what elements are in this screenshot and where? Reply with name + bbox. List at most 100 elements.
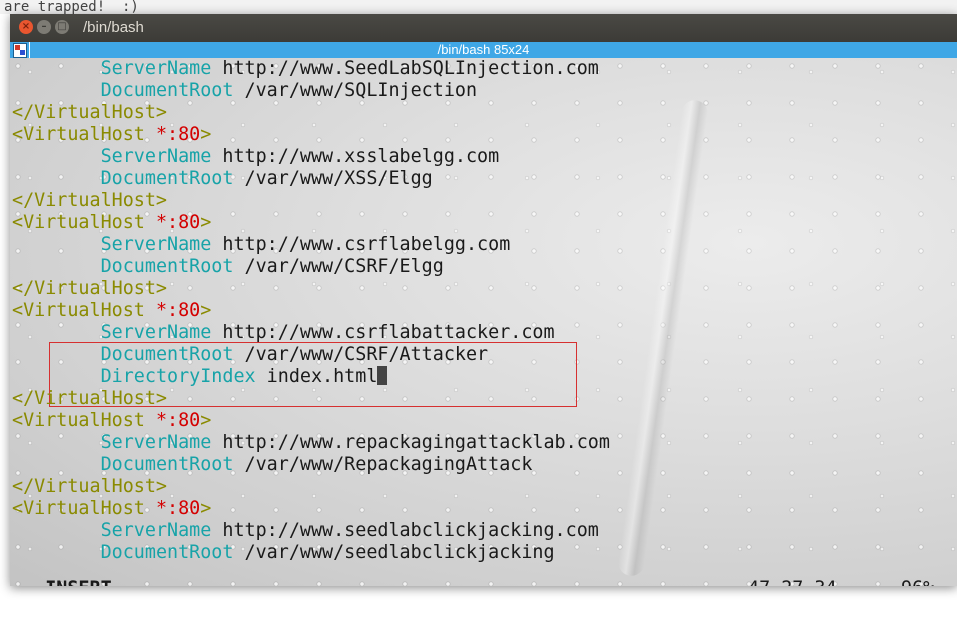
editor-line: DocumentRoot /var/www/CSRF/Elgg — [12, 256, 444, 278]
editor-line: ServerName http://www.csrflabattacker.co… — [12, 322, 555, 344]
editor-line: ServerName http://www.SeedLabSQLInjectio… — [12, 58, 599, 80]
vim-status-line: -- INSERT -- 47,27-34 96% — [12, 578, 942, 586]
directive-value: http://www.repackagingattacklab.com — [222, 432, 610, 453]
virtualhost-tag-end: > — [200, 212, 212, 233]
virtualhost-wildcard: * — [155, 124, 168, 145]
directive-value: /var/www/CSRF/Elgg — [244, 256, 444, 277]
terminal-content[interactable]: -- INSERT -- 47,27-34 96% ServerName htt… — [10, 58, 957, 586]
editor-line: ServerName http://www.xsslabelgg.com — [12, 146, 500, 168]
terminal-tab-bar[interactable]: /bin/bash 85x24 — [10, 42, 957, 58]
directive-name: ServerName — [100, 146, 212, 167]
virtualhost-tag-end: > — [200, 410, 212, 431]
virtualhost-close-tag: </VirtualHost> — [12, 190, 168, 211]
virtualhost-open-tag: <VirtualHost — [12, 498, 156, 519]
directive-name: DocumentRoot — [100, 80, 234, 101]
virtualhost-tag-end: > — [200, 498, 212, 519]
editor-line: <VirtualHost *:80> — [12, 300, 211, 322]
editor-line: DocumentRoot /var/www/CSRF/Attacker — [12, 344, 489, 366]
virtualhost-wildcard: * — [155, 410, 168, 431]
editor-line: ServerName http://www.csrflabelgg.com — [12, 234, 511, 256]
virtualhost-tag-end: > — [200, 124, 212, 145]
editor-line: DocumentRoot /var/www/RepackagingAttack — [12, 454, 533, 476]
editor-line: DocumentRoot /var/www/XSS/Elgg — [12, 168, 433, 190]
title-bar[interactable]: × – □ /bin/bash — [10, 14, 957, 42]
editor-line: DocumentRoot /var/www/seedlabclickjackin… — [12, 542, 555, 564]
editor-line: ServerName http://www.seedlabclickjackin… — [12, 520, 599, 542]
editor-line: <VirtualHost *:80> — [12, 212, 211, 234]
maximize-button[interactable]: □ — [55, 20, 69, 34]
virtualhost-close-tag: </VirtualHost> — [12, 278, 168, 299]
editor-line: </VirtualHost> — [12, 102, 167, 124]
directive-name: DocumentRoot — [100, 256, 234, 277]
background-window-text: are trapped! :) — [0, 0, 957, 14]
virtualhost-close-tag: </VirtualHost> — [12, 476, 168, 497]
directive-value: index.html — [266, 366, 378, 387]
directive-value: /var/www/XSS/Elgg — [244, 168, 433, 189]
terminal-window[interactable]: × – □ /bin/bash /bin/bash 85x24 -- INSER… — [10, 14, 957, 586]
close-button[interactable]: × — [19, 20, 33, 34]
directive-value: http://www.SeedLabSQLInjection.com — [222, 58, 599, 79]
directive-value: http://www.csrflabelgg.com — [222, 234, 511, 255]
virtualhost-close-tag: </VirtualHost> — [12, 388, 168, 409]
minimize-button[interactable]: – — [37, 20, 51, 34]
directive-name: DocumentRoot — [100, 344, 234, 365]
virtualhost-wildcard: * — [155, 212, 168, 233]
directive-name: ServerName — [100, 520, 212, 541]
virtualhost-port: :80 — [167, 410, 201, 431]
directive-value: /var/www/SQLInjection — [244, 80, 478, 101]
editor-line: <VirtualHost *:80> — [12, 124, 211, 146]
directive-name: ServerName — [100, 322, 212, 343]
editor-line: <VirtualHost *:80> — [12, 410, 211, 432]
directive-value: /var/www/seedlabclickjacking — [244, 542, 555, 563]
virtualhost-port: :80 — [167, 212, 201, 233]
directive-value: http://www.xsslabelgg.com — [222, 146, 500, 167]
directive-name: ServerName — [100, 432, 212, 453]
editor-line: </VirtualHost> — [12, 278, 167, 300]
directive-name: DirectoryIndex — [100, 366, 256, 387]
tab-title: /bin/bash 85x24 — [437, 42, 530, 57]
directive-value: /var/www/RepackagingAttack — [244, 454, 533, 475]
directive-value: http://www.seedlabclickjacking.com — [222, 520, 599, 541]
virtualhost-close-tag: </VirtualHost> — [12, 102, 168, 123]
editor-line: DirectoryIndex index.html — [12, 366, 388, 388]
editor-line: ServerName http://www.repackagingattackl… — [12, 432, 610, 454]
directive-value: /var/www/CSRF/Attacker — [244, 344, 489, 365]
virtualhost-port: :80 — [167, 498, 201, 519]
editor-line: DocumentRoot /var/www/SQLInjection — [12, 80, 477, 102]
text-cursor — [377, 366, 388, 385]
cursor-position: 47,27-34 — [748, 578, 837, 586]
editor-line: </VirtualHost> — [12, 190, 167, 212]
virtualhost-open-tag: <VirtualHost — [12, 300, 156, 321]
directive-name: DocumentRoot — [100, 168, 234, 189]
directive-name: ServerName — [100, 58, 212, 79]
directive-value: http://www.csrflabattacker.com — [222, 322, 555, 343]
vim-mode: -- INSERT -- — [12, 578, 145, 586]
directive-name: DocumentRoot — [100, 542, 234, 563]
virtualhost-port: :80 — [167, 300, 201, 321]
virtualhost-open-tag: <VirtualHost — [12, 124, 156, 145]
scroll-percent: 96% — [901, 578, 934, 586]
virtualhost-open-tag: <VirtualHost — [12, 212, 156, 233]
virtualhost-tag-end: > — [200, 300, 212, 321]
